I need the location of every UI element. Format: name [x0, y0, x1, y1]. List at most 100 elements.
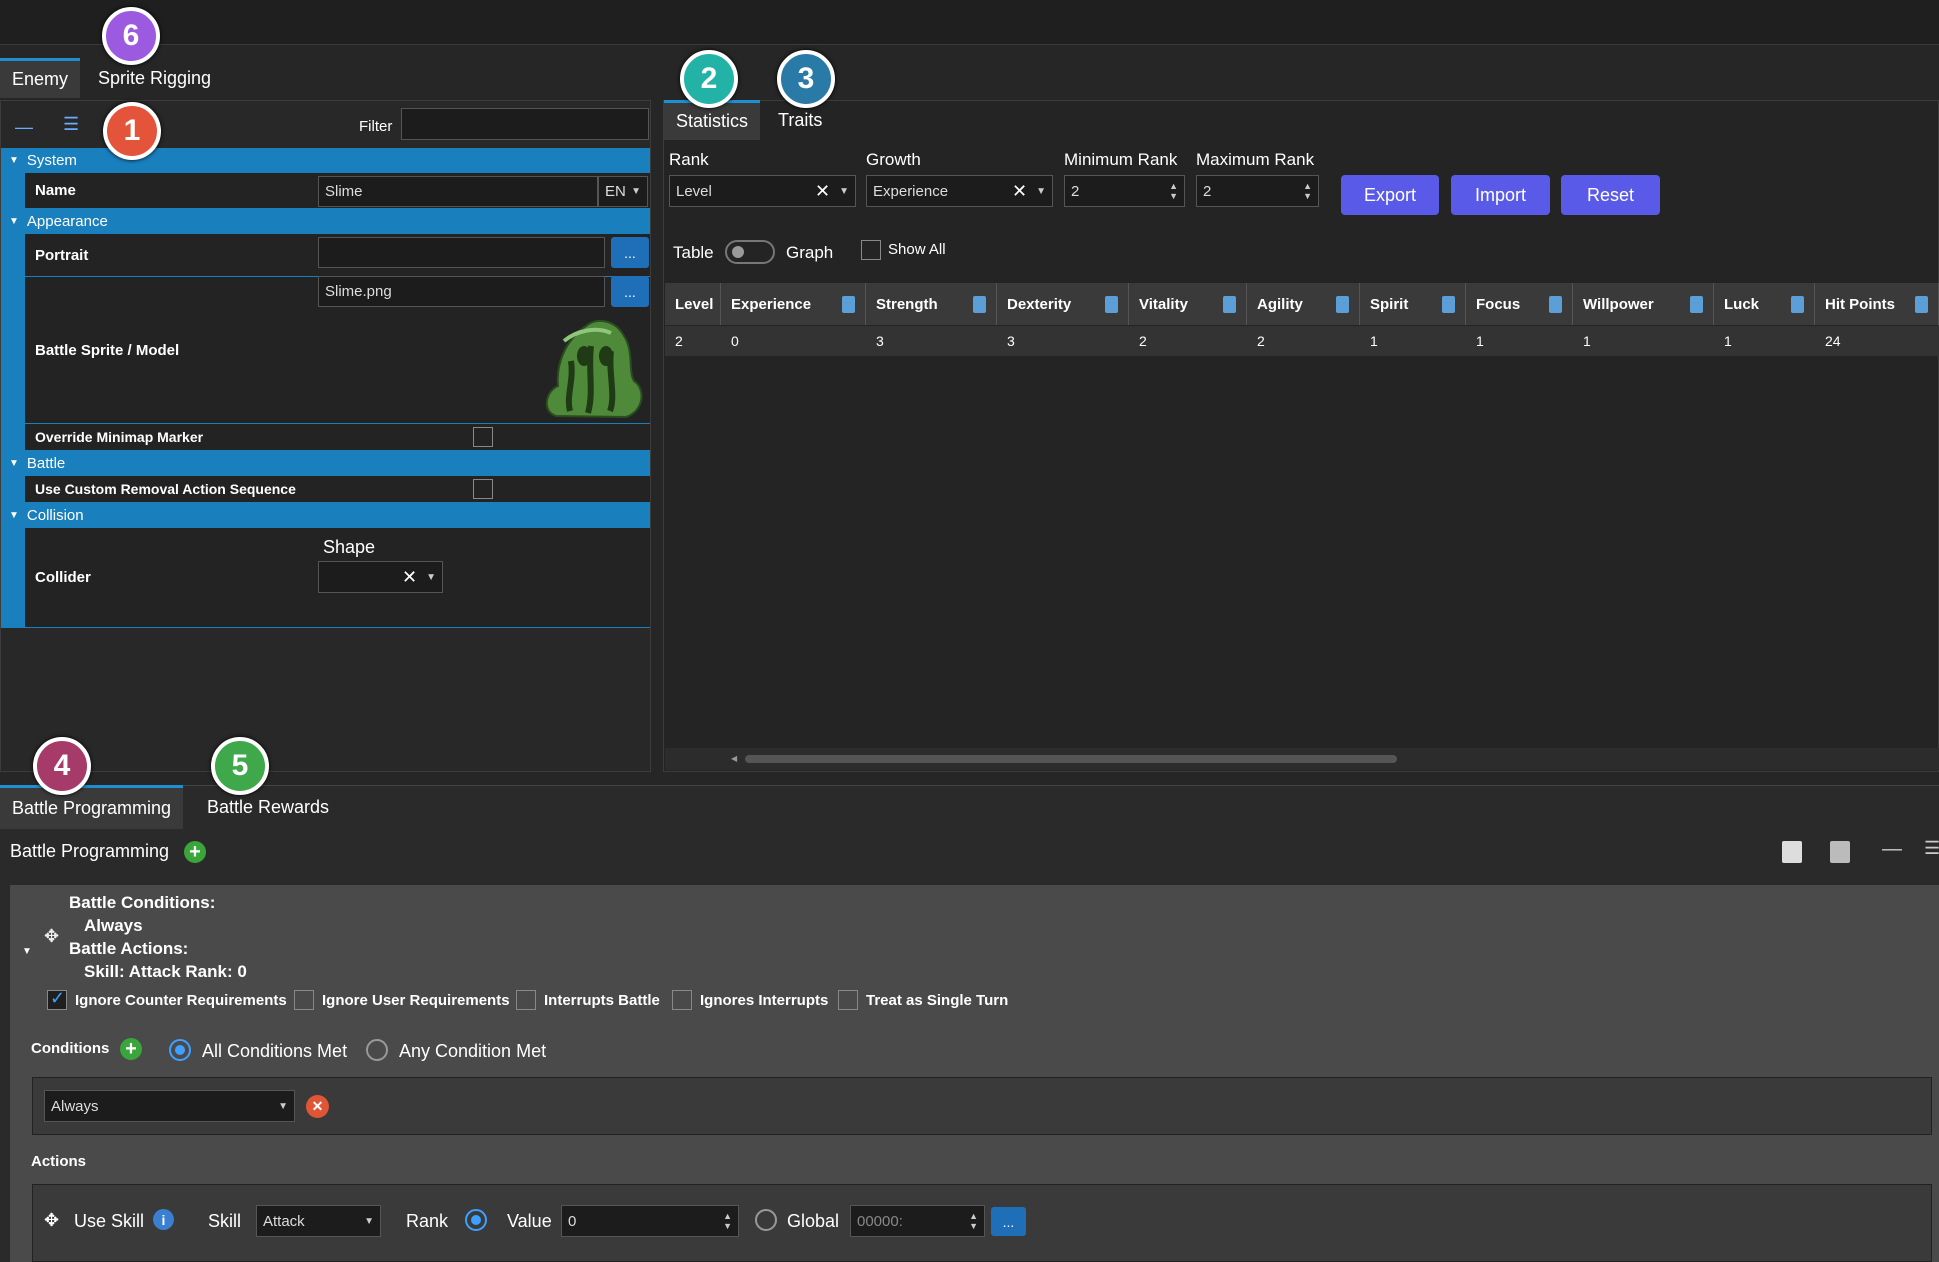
battle-sprite-browse-button[interactable]: ...: [611, 276, 649, 307]
ignore-counter-checkbox[interactable]: [47, 988, 67, 1010]
table-row[interactable]: [665, 326, 1939, 356]
add-icon[interactable]: +: [184, 841, 206, 863]
global-radio[interactable]: [755, 1209, 777, 1231]
column-header-focus[interactable]: Focus: [1466, 283, 1573, 325]
collapse-all-icon[interactable]: —: [1882, 838, 1902, 861]
column-header-willpower[interactable]: Willpower: [1573, 283, 1714, 325]
column-header-vitality[interactable]: Vitality: [1129, 283, 1247, 325]
table-cell[interactable]: 1: [1716, 328, 1732, 354]
horizontal-scrollbar[interactable]: ◀: [665, 748, 1939, 770]
calculator-icon[interactable]: [1791, 296, 1804, 313]
ignores-interrupts-checkbox[interactable]: [672, 990, 692, 1010]
tab-enemy[interactable]: Enemy: [0, 58, 81, 98]
column-header-level[interactable]: Level: [665, 283, 721, 325]
paste-icon[interactable]: [1830, 841, 1850, 863]
language-dropdown[interactable]: EN ▼: [598, 176, 648, 207]
column-header-experience[interactable]: Experience: [721, 283, 866, 325]
calculator-icon[interactable]: [842, 296, 855, 313]
calculator-icon[interactable]: [1223, 296, 1236, 313]
calculator-icon[interactable]: [1690, 296, 1703, 313]
single-turn-checkbox[interactable]: [838, 990, 858, 1010]
calculator-icon[interactable]: [1442, 296, 1455, 313]
add-condition-icon[interactable]: +: [120, 1038, 142, 1060]
rank-value-stepper[interactable]: 0 ▲ ▼: [561, 1205, 739, 1237]
column-header-dexterity[interactable]: Dexterity: [997, 283, 1129, 325]
global-input[interactable]: 00000: ▲ ▼: [850, 1205, 985, 1237]
growth-dropdown[interactable]: Experience ✕ ▼: [866, 175, 1053, 207]
section-battle[interactable]: ▼ Battle: [1, 451, 650, 476]
calculator-icon[interactable]: [1105, 296, 1118, 313]
remove-condition-icon[interactable]: ✕: [306, 1095, 329, 1118]
interrupts-battle-checkbox[interactable]: [516, 990, 536, 1010]
clear-icon[interactable]: ✕: [815, 181, 830, 202]
section-appearance[interactable]: ▼ Appearance: [1, 209, 650, 234]
skill-dropdown[interactable]: Attack ▼: [256, 1205, 381, 1237]
reset-button[interactable]: Reset: [1561, 175, 1660, 215]
calculator-icon[interactable]: [1336, 296, 1349, 313]
column-header-strength[interactable]: Strength: [866, 283, 997, 325]
table-cell[interactable]: 3: [999, 328, 1015, 354]
table-graph-toggle[interactable]: [725, 240, 775, 264]
table-cell[interactable]: 0: [723, 328, 739, 354]
portrait-browse-button[interactable]: ...: [611, 237, 649, 268]
table-cell[interactable]: 3: [868, 328, 884, 354]
collapse-arrow-icon[interactable]: ▼: [22, 946, 32, 957]
clear-icon[interactable]: ✕: [1012, 181, 1027, 202]
removal-checkbox[interactable]: [473, 479, 493, 499]
badge-3: 3: [777, 50, 835, 108]
collapse-all-icon[interactable]: —: [15, 117, 33, 138]
table-cell[interactable]: 1: [1362, 328, 1378, 354]
table-cell[interactable]: 24: [1817, 328, 1841, 354]
minimap-checkbox[interactable]: [473, 427, 493, 447]
stepper-arrows-icon[interactable]: ▲ ▼: [723, 1211, 732, 1231]
all-conditions-radio[interactable]: [169, 1039, 191, 1061]
clear-icon[interactable]: ✕: [402, 567, 417, 588]
export-button[interactable]: Export: [1341, 175, 1439, 215]
copy-icon[interactable]: [1782, 841, 1802, 863]
table-cell[interactable]: 2: [1131, 328, 1147, 354]
import-button[interactable]: Import: [1451, 175, 1550, 215]
drag-handle-icon[interactable]: ✥: [44, 1210, 59, 1231]
show-all-checkbox[interactable]: [861, 240, 881, 260]
expand-all-icon[interactable]: ☰: [63, 114, 79, 135]
table-cell[interactable]: 2: [1249, 328, 1265, 354]
column-header-hit-points[interactable]: Hit Points: [1815, 283, 1939, 325]
table-cell[interactable]: 1: [1575, 328, 1591, 354]
info-icon[interactable]: i: [153, 1209, 174, 1230]
scroll-left-icon[interactable]: ◀: [731, 754, 737, 763]
stepper-arrows-icon[interactable]: ▲ ▼: [1169, 181, 1178, 201]
collapse-arrow-icon: ▼: [9, 216, 19, 227]
portrait-input[interactable]: [318, 237, 605, 268]
max-rank-value: 2: [1203, 182, 1212, 200]
shape-dropdown[interactable]: ✕ ▼: [318, 561, 443, 593]
stepper-arrows-icon[interactable]: ▲ ▼: [969, 1211, 978, 1231]
column-header-agility[interactable]: Agility: [1247, 283, 1360, 325]
rank-dropdown[interactable]: Level ✕ ▼: [669, 175, 856, 207]
calculator-icon[interactable]: [973, 296, 986, 313]
stepper-arrows-icon[interactable]: ▲ ▼: [1303, 181, 1312, 201]
column-header-spirit[interactable]: Spirit: [1360, 283, 1466, 325]
min-rank-stepper[interactable]: 2 ▲ ▼: [1064, 175, 1185, 207]
tab-battle-programming[interactable]: Battle Programming: [0, 785, 184, 829]
filter-input[interactable]: [401, 108, 649, 140]
global-browse-button[interactable]: ...: [991, 1207, 1026, 1236]
table-cell[interactable]: 1: [1468, 328, 1484, 354]
scrollbar-thumb[interactable]: [745, 755, 1397, 763]
section-system[interactable]: ▼ System: [1, 148, 650, 173]
rank-value-radio[interactable]: [465, 1209, 487, 1231]
column-header-luck[interactable]: Luck: [1714, 283, 1815, 325]
expand-all-icon[interactable]: ☰: [1924, 838, 1939, 859]
calculator-icon[interactable]: [1915, 296, 1928, 313]
section-collision[interactable]: ▼ Collision: [1, 503, 650, 528]
drag-handle-icon[interactable]: ✥: [44, 926, 59, 947]
name-input[interactable]: Slime: [318, 176, 598, 207]
battle-sprite-input[interactable]: Slime.png: [318, 276, 605, 307]
calculator-icon[interactable]: [1549, 296, 1562, 313]
table-cell[interactable]: 2: [667, 328, 683, 354]
condition-dropdown[interactable]: Always ▼: [44, 1090, 295, 1122]
tab-battle-rewards[interactable]: Battle Rewards: [195, 785, 341, 829]
max-rank-stepper[interactable]: 2 ▲ ▼: [1196, 175, 1319, 207]
ignore-user-checkbox[interactable]: [294, 990, 314, 1010]
tab-sprite-rigging[interactable]: Sprite Rigging: [86, 58, 223, 98]
any-condition-radio[interactable]: [366, 1039, 388, 1061]
